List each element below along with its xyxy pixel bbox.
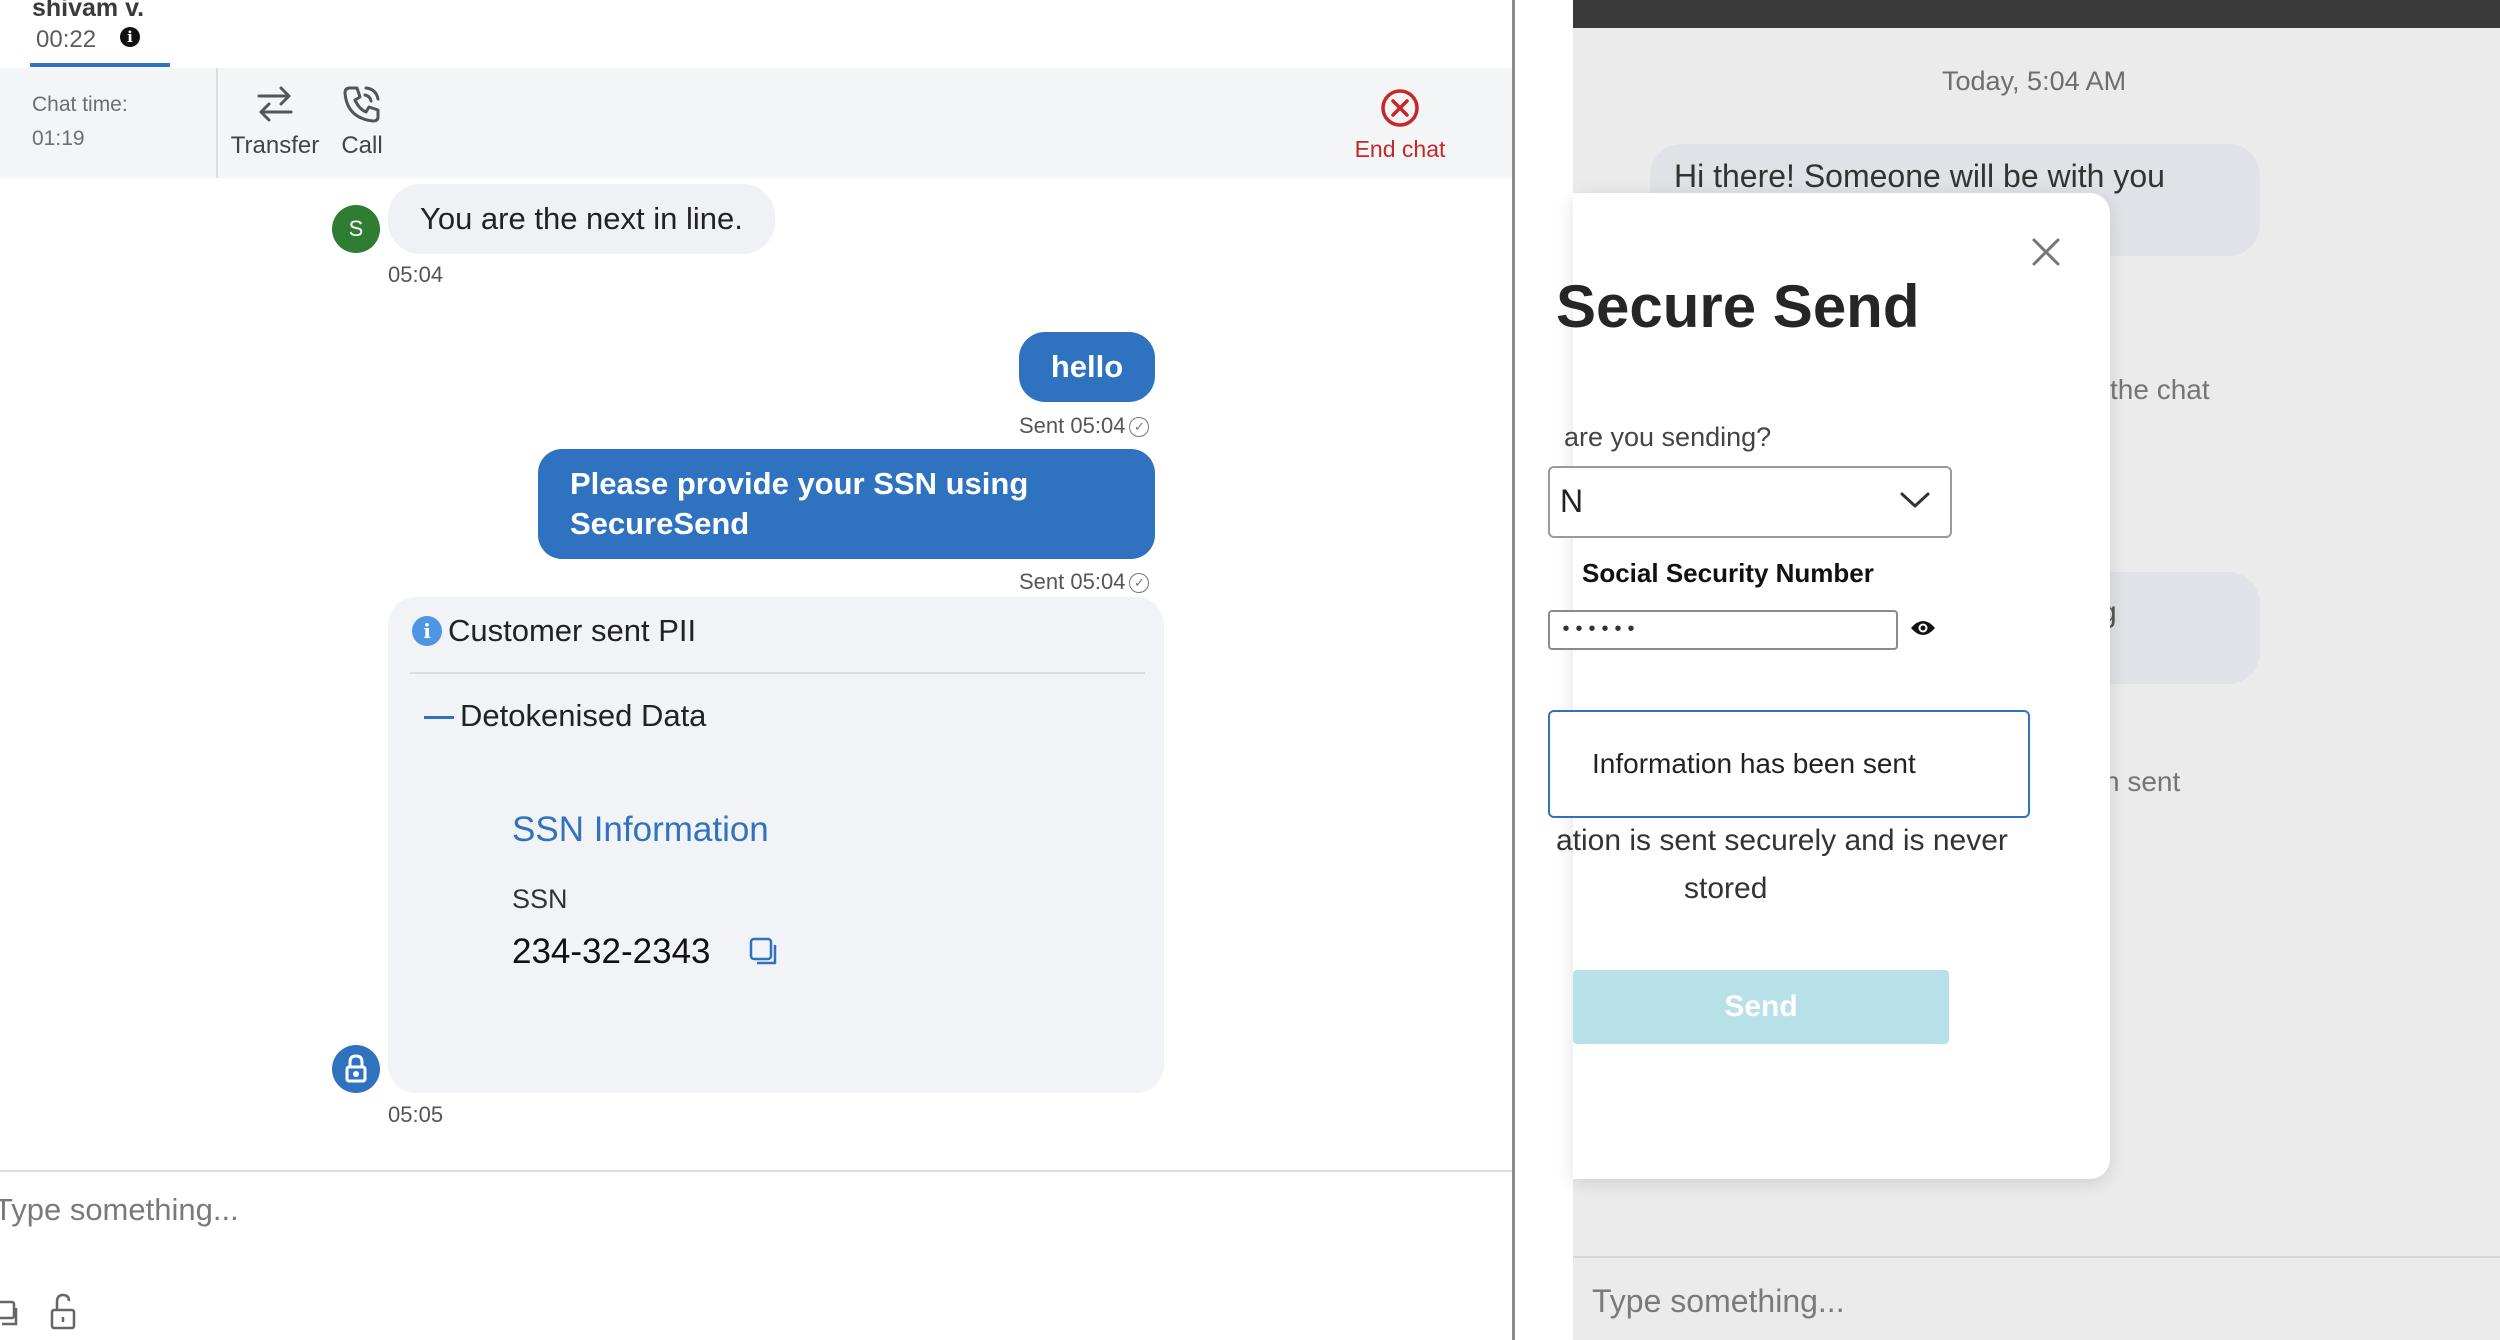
chat-time-value: 01:19 [32,127,85,150]
message-status-text: Sent 05:04 [1019,413,1126,438]
chat-time-label: Chat time: [32,93,128,116]
message-status-text: Sent 05:04 [1019,569,1126,594]
panel-divider [1512,0,1515,1340]
check-icon: ✓ [1129,417,1150,437]
agent-timer: 00:22 [36,26,97,53]
sent-status-text: Information has been sent [1592,748,1916,779]
outgoing-message: Please provide your SSN using SecureSend [538,449,1155,559]
document-type-value: N [1560,483,1584,519]
divider [410,672,1145,674]
message-timestamp: 05:04 [388,262,444,287]
message-status: Sent 05:04 ✓ [1019,413,1150,439]
ssn-label: SSN [512,884,568,914]
system-note: n sent [2104,766,2181,797]
system-message-text: Hi there! Someone will be with you [1674,158,2165,194]
modal-title: Secure Send [1556,273,1920,340]
avatar: S [332,205,380,253]
date-header: Today, 5:04 AM [1942,66,2127,96]
toolbar-divider [216,68,218,178]
info-icon[interactable]: i [120,27,140,47]
lock-icon [332,1045,380,1093]
outgoing-message: hello [1019,332,1155,402]
ssn-value: 234-32-2343 [512,932,711,971]
ssn-input[interactable] [1548,610,1898,650]
unlock-icon[interactable] [48,1292,78,1332]
transfer-button[interactable]: Transfer [230,82,320,160]
copy-icon[interactable] [748,936,780,968]
active-tab-indicator [30,63,170,67]
transfer-label: Transfer [230,132,320,159]
chat-toolbar [0,68,1512,178]
eye-icon[interactable] [1910,618,1936,638]
call-button[interactable]: Call [332,82,392,160]
document-type-select[interactable] [1548,466,1952,538]
call-icon [343,86,380,123]
message-timestamp: 05:05 [388,1102,444,1127]
transfer-icon [257,86,293,122]
send-button[interactable]: Send [1573,970,1949,1044]
detokenised-data-label: Detokenised Data [460,698,707,733]
document-type-label: are you sending? [1564,422,1772,452]
compose-divider [1573,1256,2500,1258]
close-icon[interactable] [2026,232,2066,272]
end-chat-label: End chat [1354,136,1446,162]
message-input[interactable] [0,1186,1394,1234]
ssn-information-heading: SSN Information [512,810,769,849]
end-chat-icon [1381,89,1419,127]
chevron-down-icon [1900,492,1930,508]
secure-note: stored [1684,872,1768,905]
end-chat-button[interactable]: End chat [1340,86,1460,163]
incoming-message: You are the next in line. [388,184,775,254]
secure-note: ation is sent securely and is never [1556,824,2008,857]
info-icon: i [412,616,442,646]
customer-message-input[interactable] [1592,1276,2472,1326]
ssn-field-label: Social Security Number [1582,558,1874,588]
check-icon: ✓ [1129,573,1150,593]
widget-header-bar [1573,0,2500,28]
attachment-icon[interactable] [0,1298,20,1328]
message-status: Sent 05:04 ✓ [1019,569,1150,595]
system-note: the chat [2110,374,2210,405]
collapse-toggle[interactable] [424,716,454,719]
agent-name: shivam v. [32,0,145,22]
compose-divider [0,1170,1512,1172]
call-label: Call [341,132,383,159]
pii-card-title: Customer sent PII [448,613,697,648]
